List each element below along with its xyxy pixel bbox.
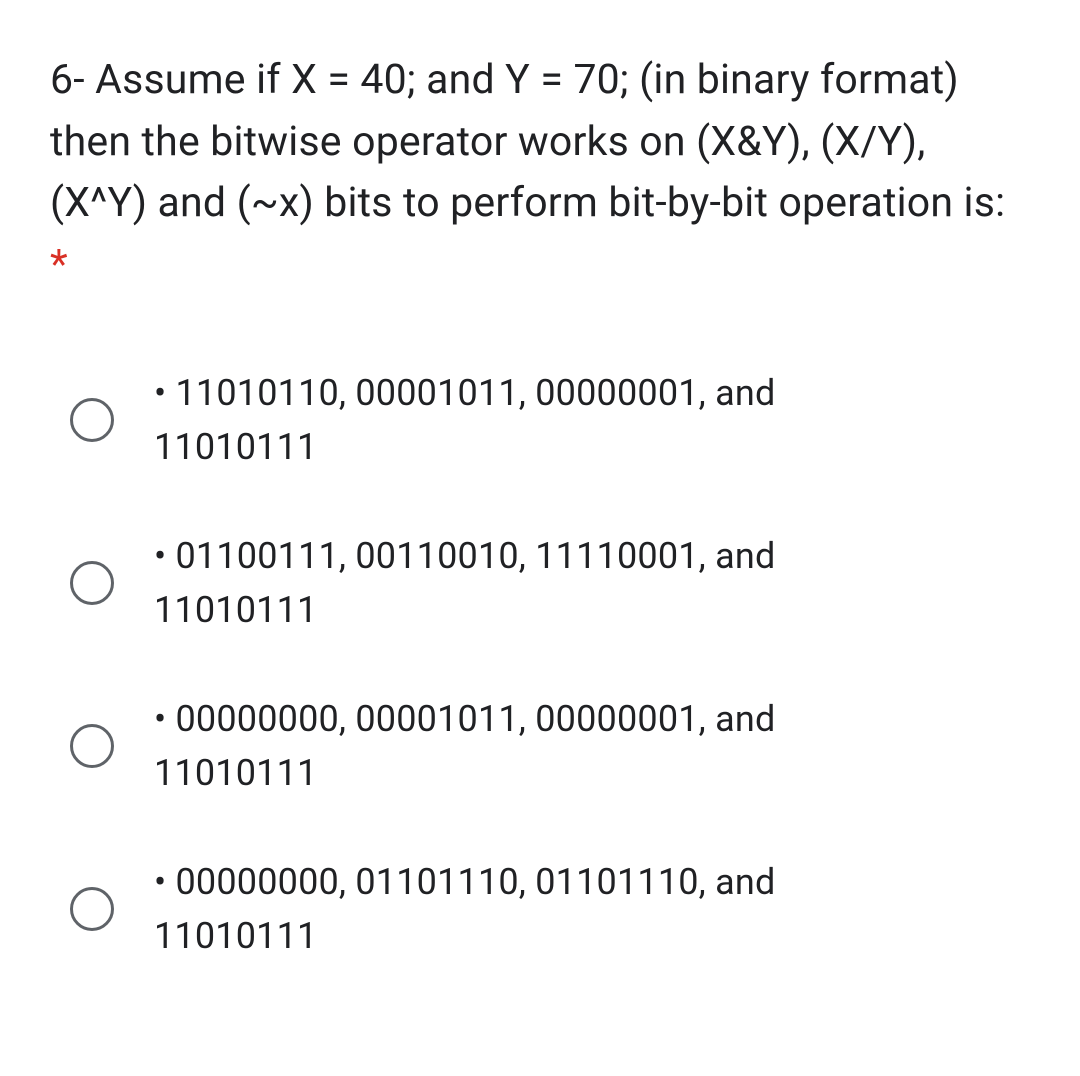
radio-icon[interactable] (70, 887, 114, 931)
option-4[interactable]: • 00000000, 01101110, 01101110, and 1101… (50, 855, 1030, 963)
question-text: 6- Assume if X = 40; and Y = 70; (in bin… (50, 50, 1030, 296)
option-2[interactable]: • 01100111, 00110010, 11110001, and 1101… (50, 529, 1030, 637)
option-line1: • 00000000, 01101110, 01101110, and (154, 861, 775, 903)
option-line2: 11010111 (154, 752, 317, 794)
option-1[interactable]: • 11010110, 00001011, 00000001, and 1101… (50, 366, 1030, 474)
radio-icon[interactable] (70, 398, 114, 442)
option-line1: • 00000000, 00001011, 00000001, and (154, 698, 775, 740)
option-line1: • 11010110, 00001011, 00000001, and (154, 372, 775, 414)
option-text: • 00000000, 01101110, 01101110, and 1101… (154, 855, 775, 963)
option-text: • 11010110, 00001011, 00000001, and 1101… (154, 366, 775, 474)
option-line1: • 01100111, 00110010, 11110001, and (154, 535, 775, 577)
radio-icon[interactable] (70, 724, 114, 768)
question-body: 6- Assume if X = 40; and Y = 70; (in bin… (50, 56, 1005, 227)
required-asterisk: * (50, 241, 68, 289)
options-container: • 11010110, 00001011, 00000001, and 1101… (50, 366, 1030, 963)
option-line2: 11010111 (154, 589, 317, 631)
option-text: • 00000000, 00001011, 00000001, and 1101… (154, 692, 775, 800)
radio-icon[interactable] (70, 561, 114, 605)
option-text: • 01100111, 00110010, 11110001, and 1101… (154, 529, 775, 637)
option-line2: 11010111 (154, 915, 317, 957)
option-line2: 11010111 (154, 426, 317, 468)
option-3[interactable]: • 00000000, 00001011, 00000001, and 1101… (50, 692, 1030, 800)
